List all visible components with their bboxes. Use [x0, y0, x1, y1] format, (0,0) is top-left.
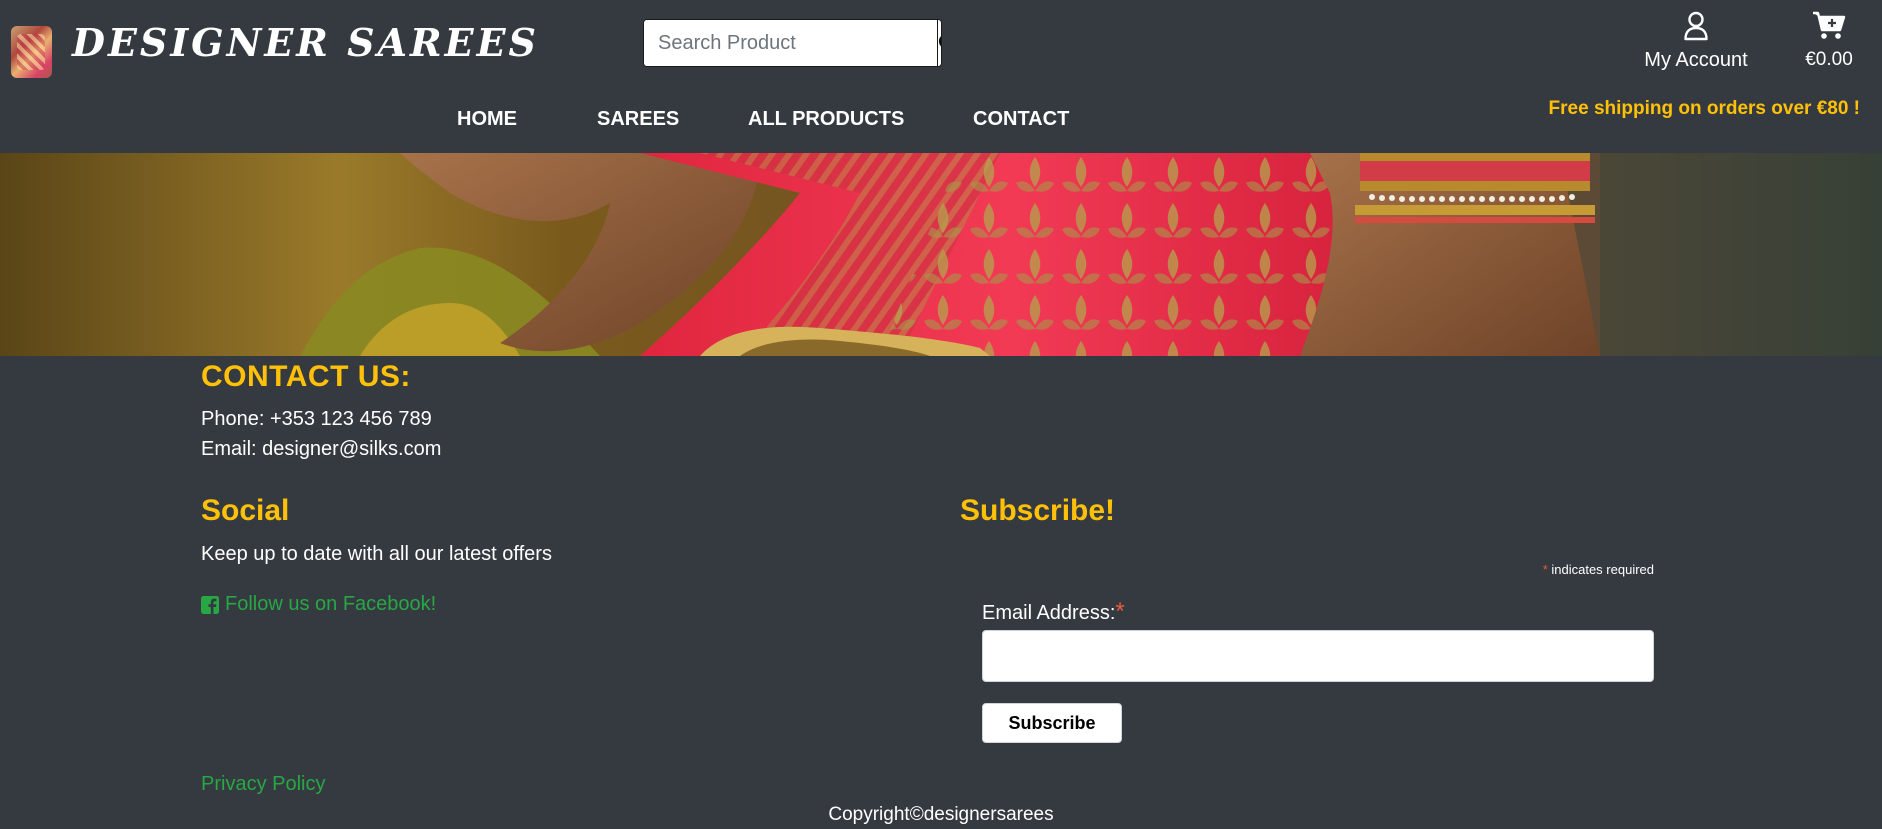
- cart-total: €0.00: [1805, 49, 1853, 70]
- search-form: [643, 19, 942, 67]
- facebook-link-label: Follow us on Facebook!: [225, 593, 437, 615]
- facebook-link[interactable]: Follow us on Facebook!: [201, 593, 436, 616]
- email-address-label: Email Address:*: [982, 598, 1125, 626]
- social-heading: Social: [201, 494, 290, 527]
- nav-home[interactable]: HOME: [457, 108, 517, 131]
- my-account-link[interactable]: My Account: [1640, 11, 1752, 72]
- search-icon: [938, 36, 941, 47]
- hero-banner-image: [0, 153, 1882, 356]
- saree-photo: [0, 153, 1882, 356]
- privacy-policy-link[interactable]: Privacy Policy: [201, 773, 325, 796]
- facebook-icon: [201, 595, 219, 614]
- search-input[interactable]: [644, 20, 937, 66]
- search-button[interactable]: [937, 20, 941, 66]
- social-description: Keep up to date with all our latest offe…: [201, 543, 552, 565]
- user-icon: [1684, 11, 1708, 41]
- email-field[interactable]: [982, 630, 1654, 682]
- cart-link[interactable]: €0.00: [1797, 10, 1861, 71]
- subscribe-heading: Subscribe!: [960, 494, 1116, 527]
- nav-all-products[interactable]: ALL PRODUCTS: [748, 108, 904, 131]
- nav-contact[interactable]: CONTACT: [973, 108, 1069, 131]
- contact-us-heading: CONTACT US:: [201, 360, 411, 393]
- contact-email: Email: designer@silks.com: [201, 438, 442, 460]
- required-star: *: [1542, 562, 1548, 577]
- email-label-text: Email Address:: [982, 602, 1116, 624]
- subscribe-button[interactable]: Subscribe: [982, 703, 1122, 743]
- email-required-star: *: [1115, 598, 1125, 625]
- copyright-text: Copyright©designersarees: [828, 804, 1054, 825]
- required-note-text: indicates required: [1551, 562, 1654, 577]
- site-header: DESIGNER SAREES My Account €0.00 HOME: [0, 0, 1882, 153]
- nav-contact-label: CONTACT: [973, 108, 1070, 130]
- my-account-label: My Account: [1644, 49, 1748, 71]
- nav-sarees-label: SAREES: [597, 108, 680, 130]
- contact-phone: Phone: +353 123 456 789: [201, 408, 432, 430]
- cart-icon: [1813, 11, 1846, 39]
- free-shipping-banner: Free shipping on orders over €80 !: [1548, 98, 1860, 119]
- brand-title[interactable]: DESIGNER SAREES: [72, 20, 539, 65]
- brand-logo[interactable]: [11, 26, 52, 78]
- required-note: * indicates required: [1543, 562, 1654, 577]
- nav-home-label: HOME: [457, 108, 517, 130]
- nav-all-products-label: ALL PRODUCTS: [748, 108, 905, 130]
- nav-sarees[interactable]: SAREES: [597, 108, 679, 131]
